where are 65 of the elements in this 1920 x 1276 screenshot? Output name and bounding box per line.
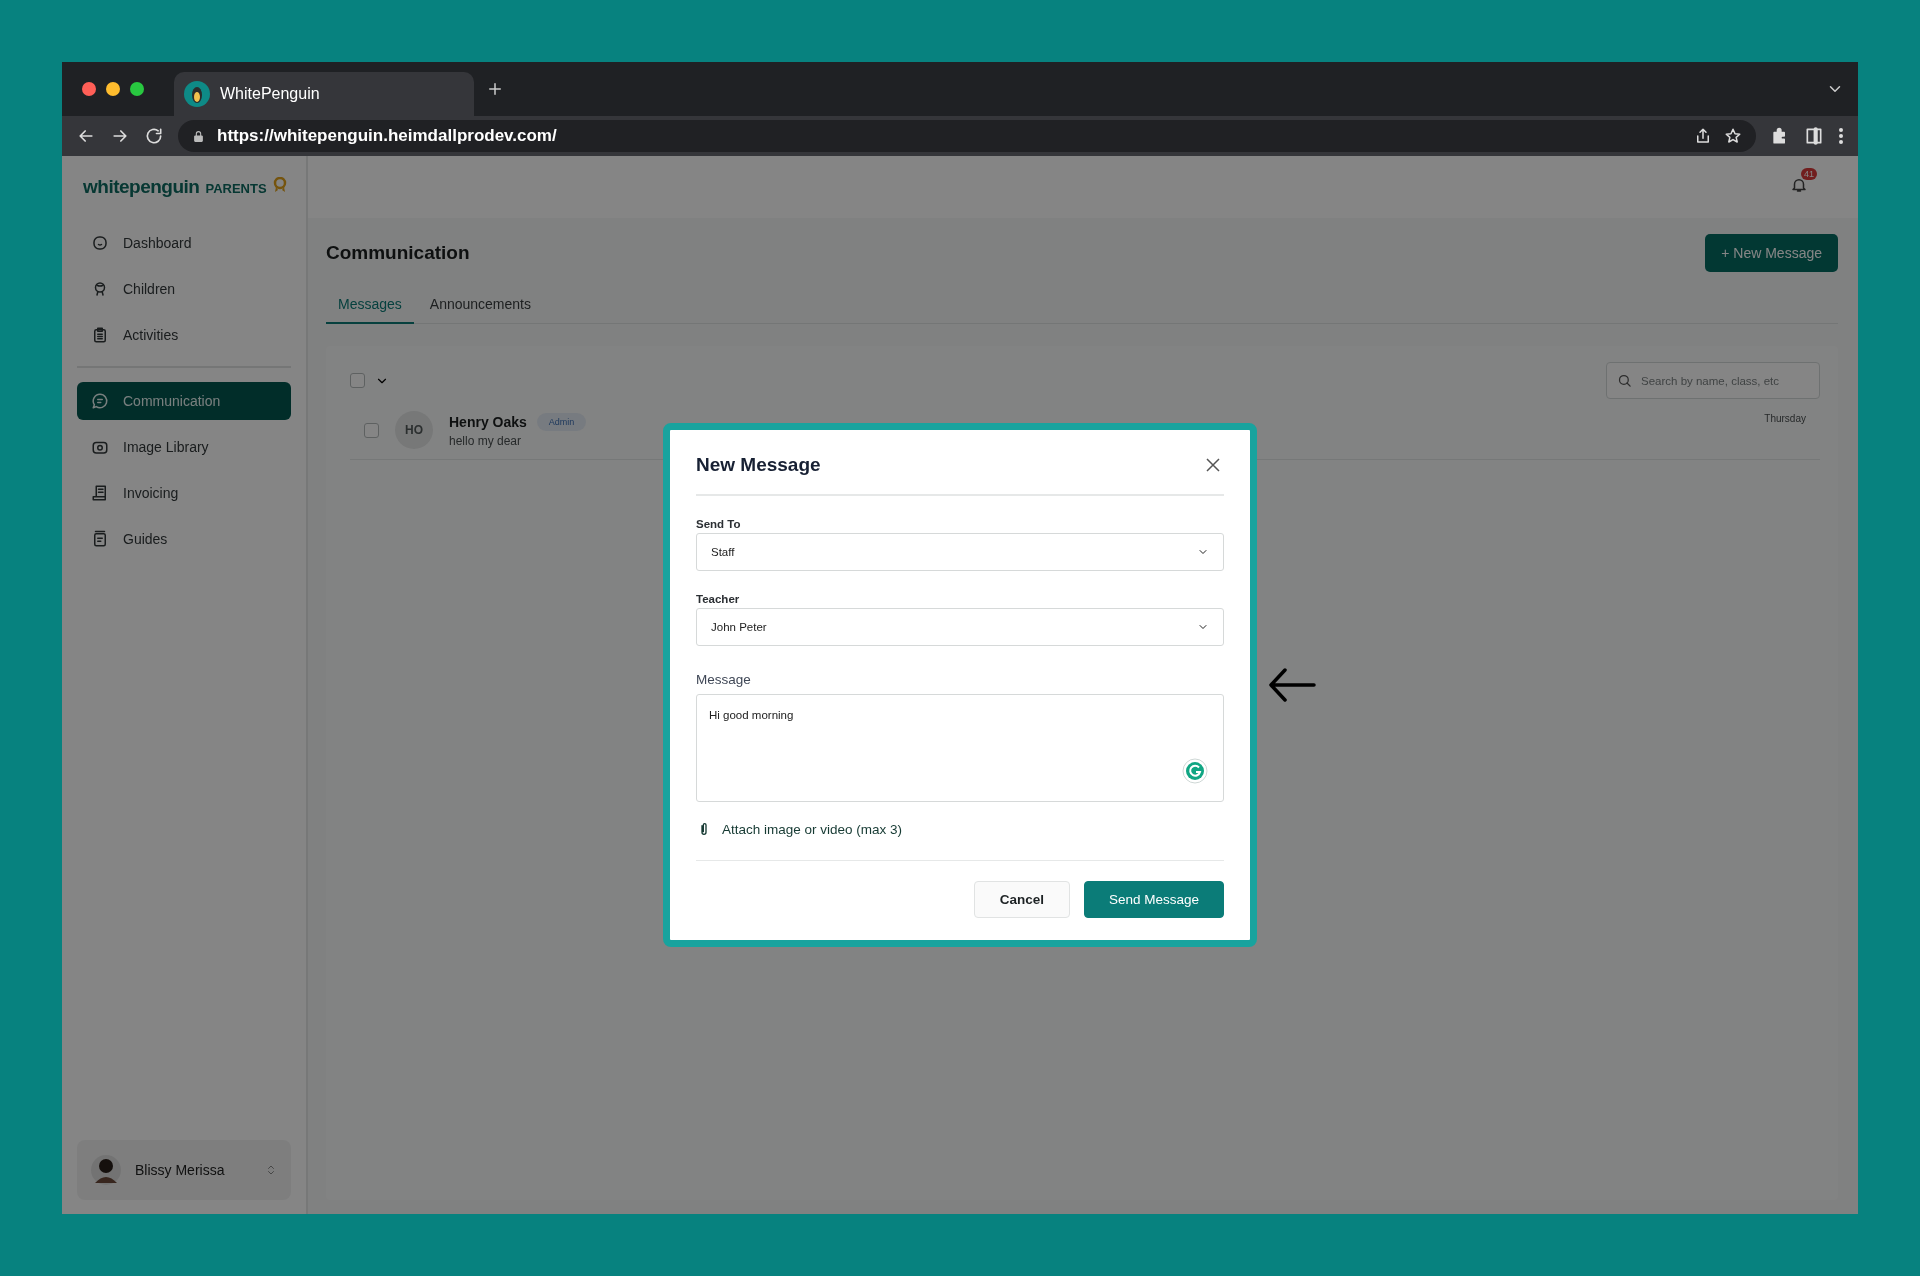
user-name: Blissy Merissa	[135, 1162, 226, 1178]
dropdown-field[interactable]: John Peter	[696, 608, 1224, 646]
sidebar-label: Activities	[123, 327, 179, 343]
sidebar-item[interactable]: Children	[77, 270, 291, 308]
sidebar-label: Invoicing	[123, 485, 179, 501]
new-message-button[interactable]: + New Message	[1705, 234, 1838, 272]
page-title: Communication	[326, 242, 470, 264]
lock-icon	[192, 129, 205, 143]
avatar	[91, 1155, 121, 1185]
initials-avatar: HO	[395, 411, 433, 449]
more-icon[interactable]	[1838, 127, 1844, 145]
field-label: Teacher	[696, 593, 741, 605]
penguin-icon	[184, 81, 210, 107]
sidebar-item[interactable]: Invoicing	[77, 474, 291, 512]
pointer-arrow	[1267, 665, 1317, 705]
award-icon	[272, 177, 287, 193]
tab[interactable]: Announcements	[417, 288, 543, 324]
message-preview: hello my dear	[449, 433, 523, 448]
attach-link[interactable]: Attach image or video (max 3)	[722, 821, 903, 837]
field-label: Send To	[696, 518, 742, 530]
sidebar-label: Communication	[123, 393, 221, 409]
address-bar[interactable]: https://whitepenguin.heimdallprodev.com/	[178, 120, 1756, 152]
sidebar-label: Dashboard	[123, 235, 192, 251]
row-checkbox[interactable]	[364, 422, 379, 438]
sender-name: Henry Oaks	[449, 413, 527, 430]
chevron-up-down-icon	[265, 1163, 277, 1177]
message-field[interactable]: Hi good morning	[696, 694, 1224, 802]
search-icon	[1617, 373, 1632, 388]
brand-subtitle: PARENTS	[205, 181, 267, 196]
sidebar-item[interactable]: Guides	[77, 520, 291, 558]
message-date: Thursday	[1764, 413, 1806, 424]
cancel-button[interactable]: Cancel	[973, 881, 1070, 918]
book-icon	[91, 530, 109, 548]
search-field[interactable]: Search by name, class, etc	[1606, 362, 1820, 399]
close-window-button[interactable]	[82, 82, 96, 96]
dropdown-field[interactable]: Staff	[696, 533, 1224, 571]
role-tag: Admin	[536, 412, 587, 431]
plus-icon[interactable]	[486, 80, 504, 98]
sidebar-item[interactable]: Image Library	[77, 428, 291, 466]
notification-badge: 41	[1801, 168, 1817, 180]
tab[interactable]: Messages	[326, 288, 414, 324]
browser-tab[interactable]: WhitePenguin	[174, 72, 474, 116]
sidebar-item[interactable]: Dashboard	[77, 224, 291, 262]
field-label: Message	[696, 672, 752, 687]
writing-assistant-icon[interactable]	[1182, 758, 1208, 784]
minimize-window-button[interactable]	[106, 82, 120, 96]
sidebar-item[interactable]: Activities	[77, 316, 291, 354]
select-all-checkbox[interactable]	[350, 373, 365, 388]
chat-icon	[91, 392, 109, 410]
sidebar-label: Image Library	[123, 439, 209, 455]
share-icon[interactable]	[1694, 127, 1712, 145]
sidebar-label: Guides	[123, 531, 168, 547]
side-panel-icon[interactable]	[1804, 126, 1824, 146]
receipt-icon	[91, 484, 109, 502]
send-button[interactable]: Send Message	[1083, 881, 1224, 918]
bell-icon[interactable]	[1790, 176, 1808, 194]
brand-logo: whitepenguin	[83, 176, 200, 198]
maximize-window-button[interactable]	[130, 82, 144, 96]
clipboard-icon	[91, 326, 109, 344]
star-icon[interactable]	[1724, 127, 1742, 145]
sidebar-label: Children	[123, 281, 176, 297]
face-icon	[91, 234, 109, 252]
user-card[interactable]: Blissy Merissa	[77, 1140, 291, 1200]
sidebar-item[interactable]: Communication	[77, 382, 291, 420]
reload-icon[interactable]	[144, 126, 164, 146]
